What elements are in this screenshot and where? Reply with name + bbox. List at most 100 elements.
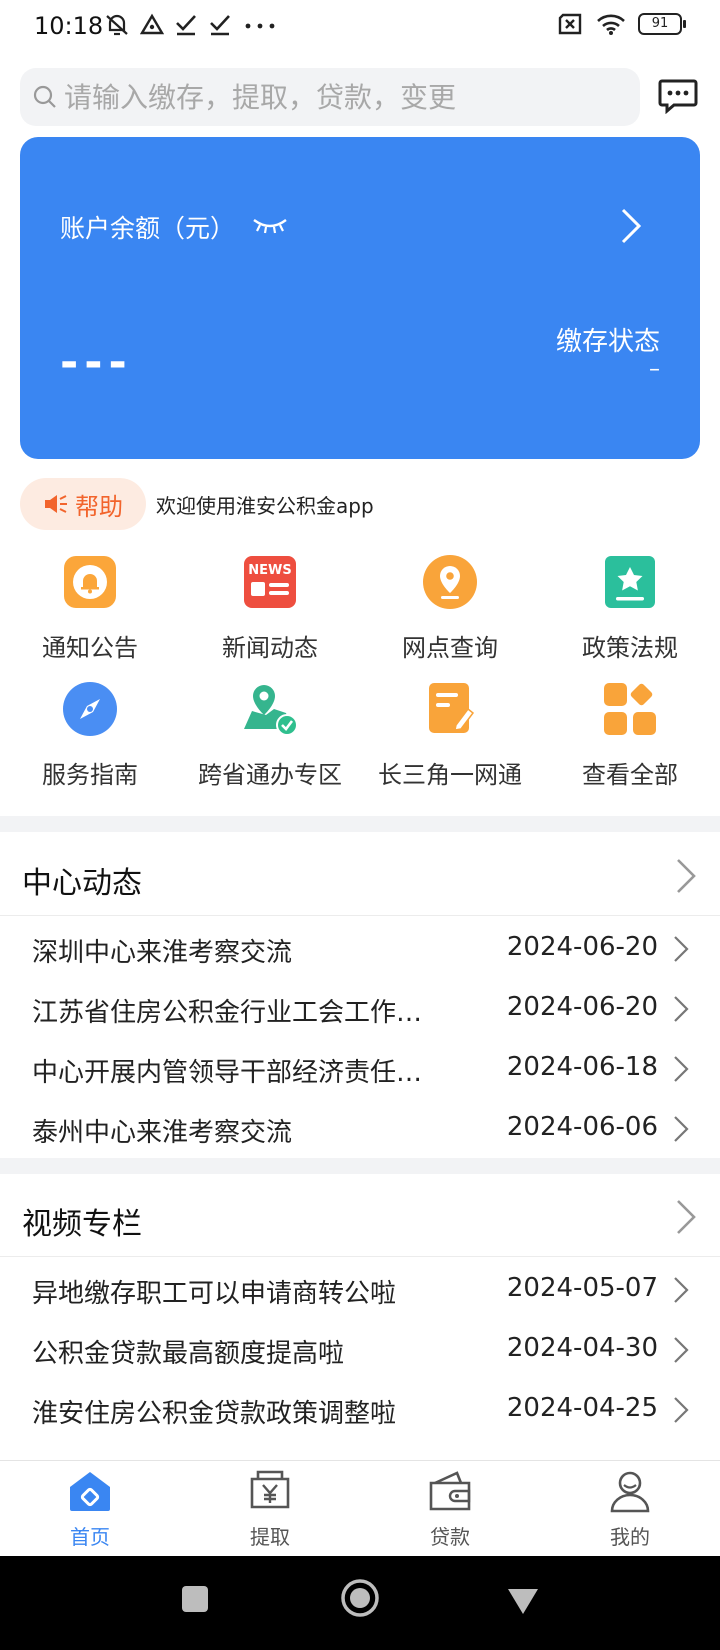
chevron-right-icon bbox=[674, 996, 689, 1022]
chevron-right-icon[interactable] bbox=[620, 207, 642, 245]
video-title: 公积金贷款最高额度提高啦 bbox=[32, 1339, 345, 1369]
list-item[interactable]: 公积金贷款最高额度提高啦 2024-04-30 bbox=[0, 1319, 720, 1379]
triangle-app-icon bbox=[140, 13, 164, 35]
account-balance-value: --- bbox=[60, 337, 133, 388]
grid-item-policy[interactable]: 政策法规 bbox=[540, 554, 720, 663]
help-button[interactable]: 帮助 bbox=[20, 478, 146, 530]
tab-label: 首页 bbox=[70, 1525, 110, 1549]
video-date: 2024-05-07 bbox=[506, 1273, 658, 1303]
center-news-list: 深圳中心来淮考察交流 2024-06-20 江苏省住房公积金行业工会工作… 20… bbox=[0, 918, 720, 1158]
grid-item-service-guide[interactable]: 服务指南 bbox=[0, 681, 180, 790]
list-item[interactable]: 中心开展内管领导干部经济责任… 2024-06-18 bbox=[0, 1038, 720, 1098]
video-column-header[interactable]: 视频专栏 bbox=[0, 1175, 720, 1257]
chevron-right-icon bbox=[674, 936, 689, 962]
news-date: 2024-06-06 bbox=[506, 1112, 658, 1142]
list-item[interactable]: 泰州中心来淮考察交流 2024-06-06 bbox=[0, 1098, 720, 1158]
recent-apps-icon[interactable] bbox=[180, 1584, 210, 1614]
video-title: 淮安住房公积金贷款政策调整啦 bbox=[32, 1399, 397, 1429]
status-notification-icons bbox=[104, 12, 278, 38]
chevron-right-icon[interactable] bbox=[674, 1197, 698, 1237]
status-bar: 10:18 91 bbox=[0, 0, 720, 54]
back-triangle-icon[interactable] bbox=[506, 1586, 540, 1616]
grid-label: 新闻动态 bbox=[222, 634, 318, 662]
grid-all-icon bbox=[604, 683, 656, 735]
video-column-list: 异地缴存职工可以申请商转公啦 2024-05-07 公积金贷款最高额度提高啦 2… bbox=[0, 1259, 720, 1439]
home-circle-icon[interactable] bbox=[340, 1578, 380, 1618]
chevron-right-icon bbox=[674, 1397, 689, 1423]
eye-closed-icon[interactable] bbox=[252, 217, 288, 235]
message-icon[interactable] bbox=[658, 78, 698, 114]
grid-item-branch-search[interactable]: 网点查询 bbox=[360, 554, 540, 663]
search-box[interactable] bbox=[20, 68, 640, 126]
search-row bbox=[0, 68, 720, 128]
section-separator bbox=[0, 816, 720, 832]
news-title: 中心开展内管领导干部经济责任… bbox=[32, 1058, 423, 1088]
tab-withdraw[interactable]: 提取 bbox=[180, 1469, 360, 1550]
speaker-icon bbox=[45, 495, 67, 513]
battery-level: 91 bbox=[651, 16, 669, 31]
search-icon bbox=[33, 85, 56, 108]
account-balance-card[interactable]: 账户余额（元） --- 缴存状态 – bbox=[20, 137, 700, 459]
notice-text: 欢迎使用淮安公积金app bbox=[156, 493, 374, 518]
profile-icon bbox=[610, 1471, 650, 1513]
deposit-status-value: – bbox=[649, 357, 660, 382]
news-icon: NEWS bbox=[244, 556, 296, 608]
news-title: 深圳中心来淮考察交流 bbox=[32, 938, 293, 968]
wallet-icon bbox=[429, 1471, 471, 1511]
grid-label: 查看全部 bbox=[582, 761, 678, 789]
chevron-right-icon bbox=[674, 1056, 689, 1082]
grid-item-yangtze-delta[interactable]: 长三角一网通 bbox=[360, 681, 540, 790]
mute-bell-icon bbox=[106, 14, 128, 36]
bell-icon bbox=[64, 556, 116, 608]
function-grid: 通知公告 NEWS 新闻动态 网点查询 政策法规 服务指南 跨省通办专区 长三角… bbox=[0, 550, 720, 800]
news-icon-text: NEWS bbox=[248, 563, 291, 578]
news-title: 泰州中心来淮考察交流 bbox=[32, 1118, 293, 1148]
check-download-icon bbox=[176, 15, 196, 36]
grid-item-notice[interactable]: 通知公告 bbox=[0, 554, 180, 663]
system-nav-bar bbox=[0, 1556, 720, 1650]
center-news-title: 中心动态 bbox=[22, 866, 142, 901]
tab-label: 我的 bbox=[610, 1525, 650, 1549]
help-label: 帮助 bbox=[75, 492, 123, 521]
list-item[interactable]: 淮安住房公积金贷款政策调整啦 2024-04-25 bbox=[0, 1379, 720, 1439]
search-input[interactable] bbox=[64, 80, 624, 114]
tab-label: 提取 bbox=[250, 1525, 290, 1549]
grid-label: 长三角一网通 bbox=[378, 761, 522, 789]
tab-loan[interactable]: 贷款 bbox=[360, 1469, 540, 1550]
wifi-icon bbox=[597, 14, 625, 35]
sim-card-off-icon bbox=[558, 13, 582, 35]
grid-label: 通知公告 bbox=[42, 634, 138, 662]
compass-icon bbox=[63, 682, 117, 736]
news-date: 2024-06-18 bbox=[506, 1052, 658, 1082]
grid-label: 跨省通办专区 bbox=[198, 761, 342, 789]
video-date: 2024-04-30 bbox=[506, 1333, 658, 1363]
grid-label: 网点查询 bbox=[402, 634, 498, 662]
home-icon bbox=[70, 1472, 110, 1511]
chevron-right-icon bbox=[674, 1277, 689, 1303]
grid-item-news[interactable]: NEWS 新闻动态 bbox=[180, 554, 360, 663]
list-item[interactable]: 深圳中心来淮考察交流 2024-06-20 bbox=[0, 918, 720, 978]
news-date: 2024-06-20 bbox=[506, 932, 658, 962]
video-date: 2024-04-25 bbox=[506, 1393, 658, 1423]
list-item[interactable]: 江苏省住房公积金行业工会工作… 2024-06-20 bbox=[0, 978, 720, 1038]
grid-item-cross-province[interactable]: 跨省通办专区 bbox=[180, 681, 360, 790]
more-dots-icon bbox=[245, 23, 275, 29]
video-title: 异地缴存职工可以申请商转公啦 bbox=[32, 1279, 397, 1309]
notice-bar: 帮助 欢迎使用淮安公积金app bbox=[20, 478, 700, 530]
news-title: 江苏省住房公积金行业工会工作… bbox=[32, 998, 423, 1028]
tab-mine[interactable]: 我的 bbox=[540, 1469, 720, 1550]
chevron-right-icon bbox=[674, 1116, 689, 1142]
tab-label: 贷款 bbox=[430, 1525, 470, 1549]
battery-icon: 91 bbox=[638, 13, 686, 35]
chevron-right-icon[interactable] bbox=[674, 856, 698, 896]
status-time: 10:18 bbox=[34, 12, 104, 40]
center-news-header[interactable]: 中心动态 bbox=[0, 834, 720, 916]
document-edit-icon bbox=[429, 683, 475, 733]
tab-home[interactable]: 首页 bbox=[0, 1469, 180, 1550]
star-book-icon bbox=[605, 556, 655, 608]
section-separator bbox=[0, 1158, 720, 1174]
location-pin-icon bbox=[423, 555, 477, 609]
grid-item-view-all[interactable]: 查看全部 bbox=[540, 681, 720, 790]
deposit-status-label: 缴存状态 bbox=[555, 327, 660, 357]
list-item[interactable]: 异地缴存职工可以申请商转公啦 2024-05-07 bbox=[0, 1259, 720, 1319]
